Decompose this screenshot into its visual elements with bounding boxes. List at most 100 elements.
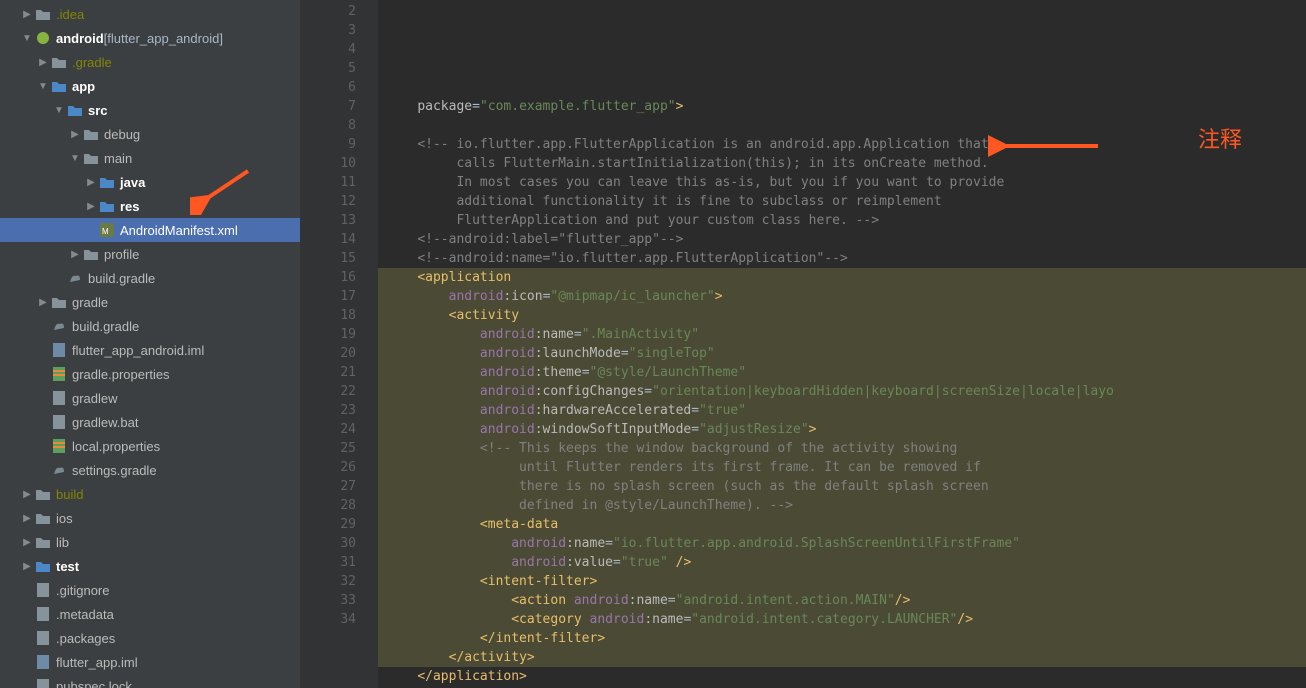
gradle-icon — [50, 320, 68, 332]
tree-item-build-gradle[interactable]: build.gradle — [0, 314, 300, 338]
tree-item-gradle[interactable]: ▶gradle — [0, 290, 300, 314]
code-line[interactable]: <action android:name="android.intent.act… — [378, 591, 1306, 610]
tree-item--packages[interactable]: .packages — [0, 626, 300, 650]
code-line[interactable]: android:theme="@style/LaunchTheme" — [378, 363, 1306, 382]
svg-text:M: M — [102, 227, 109, 236]
tree-item-src[interactable]: ▼ src — [0, 98, 300, 122]
tree-item-build-gradle[interactable]: build.gradle — [0, 266, 300, 290]
tree-item-flutter-app-iml[interactable]: flutter_app.iml — [0, 650, 300, 674]
tree-item-settings-gradle[interactable]: settings.gradle — [0, 458, 300, 482]
code-line[interactable] — [378, 116, 1306, 135]
tree-arrow-icon[interactable]: ▶ — [20, 489, 34, 500]
line-number: 21 — [300, 363, 356, 382]
code-line[interactable]: android:name="io.flutter.app.android.Spl… — [378, 534, 1306, 553]
tree-item-debug[interactable]: ▶debug — [0, 122, 300, 146]
line-number: 16 — [300, 268, 356, 287]
line-number: 4 — [300, 40, 356, 59]
tree-item-label: .packages — [56, 631, 115, 646]
props-icon — [50, 367, 68, 381]
tree-item-label: .metadata — [56, 607, 114, 622]
code-line[interactable]: android:name=".MainActivity" — [378, 325, 1306, 344]
code-area[interactable]: 注释 package="com.example.flutter_app"> <!… — [378, 0, 1306, 688]
tree-item-test[interactable]: ▶test — [0, 554, 300, 578]
code-line[interactable]: <!-- This keeps the window background of… — [378, 439, 1306, 458]
code-line[interactable]: additional functionality it is fine to s… — [378, 192, 1306, 211]
tree-item--idea[interactable]: ▶.idea — [0, 2, 300, 26]
tree-item--metadata[interactable]: .metadata — [0, 602, 300, 626]
tree-item-profile[interactable]: ▶profile — [0, 242, 300, 266]
line-number: 5 — [300, 59, 356, 78]
project-tree[interactable]: ▶.idea▼android [flutter_app_android]▶.gr… — [0, 0, 300, 688]
tree-item-label: src — [88, 103, 108, 118]
tree-arrow-icon[interactable]: ▶ — [84, 177, 98, 188]
file-icon — [50, 391, 68, 405]
tree-item-local-properties[interactable]: local.properties — [0, 434, 300, 458]
code-line[interactable]: </intent-filter> — [378, 629, 1306, 648]
code-line[interactable]: </activity> — [378, 648, 1306, 667]
code-line[interactable]: android:value="true" /> — [378, 553, 1306, 572]
line-number: 34 — [300, 610, 356, 629]
tree-item-ios[interactable]: ▶ios — [0, 506, 300, 530]
code-line[interactable]: FlutterApplication and put your custom c… — [378, 211, 1306, 230]
code-line[interactable]: calls FlutterMain.startInitialization(th… — [378, 154, 1306, 173]
code-line[interactable]: <category android:name="android.intent.c… — [378, 610, 1306, 629]
code-line[interactable]: <!--android:name="io.flutter.app.Flutter… — [378, 249, 1306, 268]
tree-arrow-icon[interactable]: ▼ — [68, 153, 82, 164]
tree-arrow-icon[interactable]: ▶ — [20, 561, 34, 572]
tree-arrow-icon[interactable]: ▼ — [52, 105, 66, 116]
tree-item-build[interactable]: ▶build — [0, 482, 300, 506]
tree-item-app[interactable]: ▼ app — [0, 74, 300, 98]
tree-arrow-icon[interactable]: ▼ — [20, 33, 34, 44]
tree-arrow-icon[interactable]: ▼ — [36, 81, 50, 92]
tree-item--gradle[interactable]: ▶.gradle — [0, 50, 300, 74]
code-line[interactable]: android:configChanges="orientation|keybo… — [378, 382, 1306, 401]
code-line[interactable]: </application> — [378, 667, 1306, 686]
tree-arrow-icon[interactable]: ▶ — [20, 513, 34, 524]
tree-item-gradle-properties[interactable]: gradle.properties — [0, 362, 300, 386]
line-number: 20 — [300, 344, 356, 363]
tree-item-lib[interactable]: ▶lib — [0, 530, 300, 554]
folder-blue-icon — [98, 176, 116, 188]
tree-item-android[interactable]: ▼android [flutter_app_android] — [0, 26, 300, 50]
folder-icon — [50, 296, 68, 308]
code-line[interactable]: <!-- io.flutter.app.FlutterApplication i… — [378, 135, 1306, 154]
tree-item-pubspec-lock[interactable]: pubspec.lock — [0, 674, 300, 688]
tree-item-gradlew[interactable]: gradlew — [0, 386, 300, 410]
tree-arrow-icon[interactable]: ▶ — [68, 249, 82, 260]
tree-arrow-icon[interactable]: ▶ — [20, 9, 34, 20]
code-line[interactable]: <meta-data — [378, 515, 1306, 534]
tree-item--gitignore[interactable]: .gitignore — [0, 578, 300, 602]
tree-item-androidmanifest-xml[interactable]: MAndroidManifest.xml — [0, 218, 300, 242]
tree-arrow-icon[interactable]: ▶ — [36, 297, 50, 308]
tree-arrow-icon[interactable]: ▶ — [36, 57, 50, 68]
tree-arrow-icon[interactable]: ▶ — [20, 537, 34, 548]
code-line[interactable]: until Flutter renders its first frame. I… — [378, 458, 1306, 477]
tree-arrow-icon[interactable]: ▶ — [68, 129, 82, 140]
code-line[interactable]: android:hardwareAccelerated="true" — [378, 401, 1306, 420]
code-line[interactable]: <!--android:label="flutter_app"--> — [378, 230, 1306, 249]
code-line[interactable]: <intent-filter> — [378, 572, 1306, 591]
tree-item-java[interactable]: ▶java — [0, 170, 300, 194]
tree-item-label: flutter_app_android.iml — [72, 343, 204, 358]
tree-item-res[interactable]: ▶res — [0, 194, 300, 218]
code-line[interactable]: In most cases you can leave this as-is, … — [378, 173, 1306, 192]
tree-arrow-icon[interactable]: ▶ — [84, 201, 98, 212]
code-line[interactable]: android:launchMode="singleTop" — [378, 344, 1306, 363]
tree-item-gradlew-bat[interactable]: gradlew.bat — [0, 410, 300, 434]
code-line[interactable]: android:windowSoftInputMode="adjustResiz… — [378, 420, 1306, 439]
tree-item-label: app — [72, 79, 95, 94]
tree-item-main[interactable]: ▼main — [0, 146, 300, 170]
code-line[interactable]: <application — [378, 268, 1306, 287]
code-line[interactable]: <activity — [378, 306, 1306, 325]
line-number: 32 — [300, 572, 356, 591]
code-line[interactable]: there is no splash screen (such as the d… — [378, 477, 1306, 496]
code-line[interactable]: package="com.example.flutter_app"> — [378, 97, 1306, 116]
file-icon — [34, 607, 52, 621]
folder-icon — [82, 152, 100, 164]
tree-item-flutter-app-android-iml[interactable]: flutter_app_android.iml — [0, 338, 300, 362]
code-line[interactable]: defined in @style/LaunchTheme). --> — [378, 496, 1306, 515]
line-number: 33 — [300, 591, 356, 610]
code-line[interactable]: android:icon="@mipmap/ic_launcher"> — [378, 287, 1306, 306]
code-editor[interactable]: 2345678910111213141516171819202122232425… — [300, 0, 1306, 688]
line-number: 31 — [300, 553, 356, 572]
